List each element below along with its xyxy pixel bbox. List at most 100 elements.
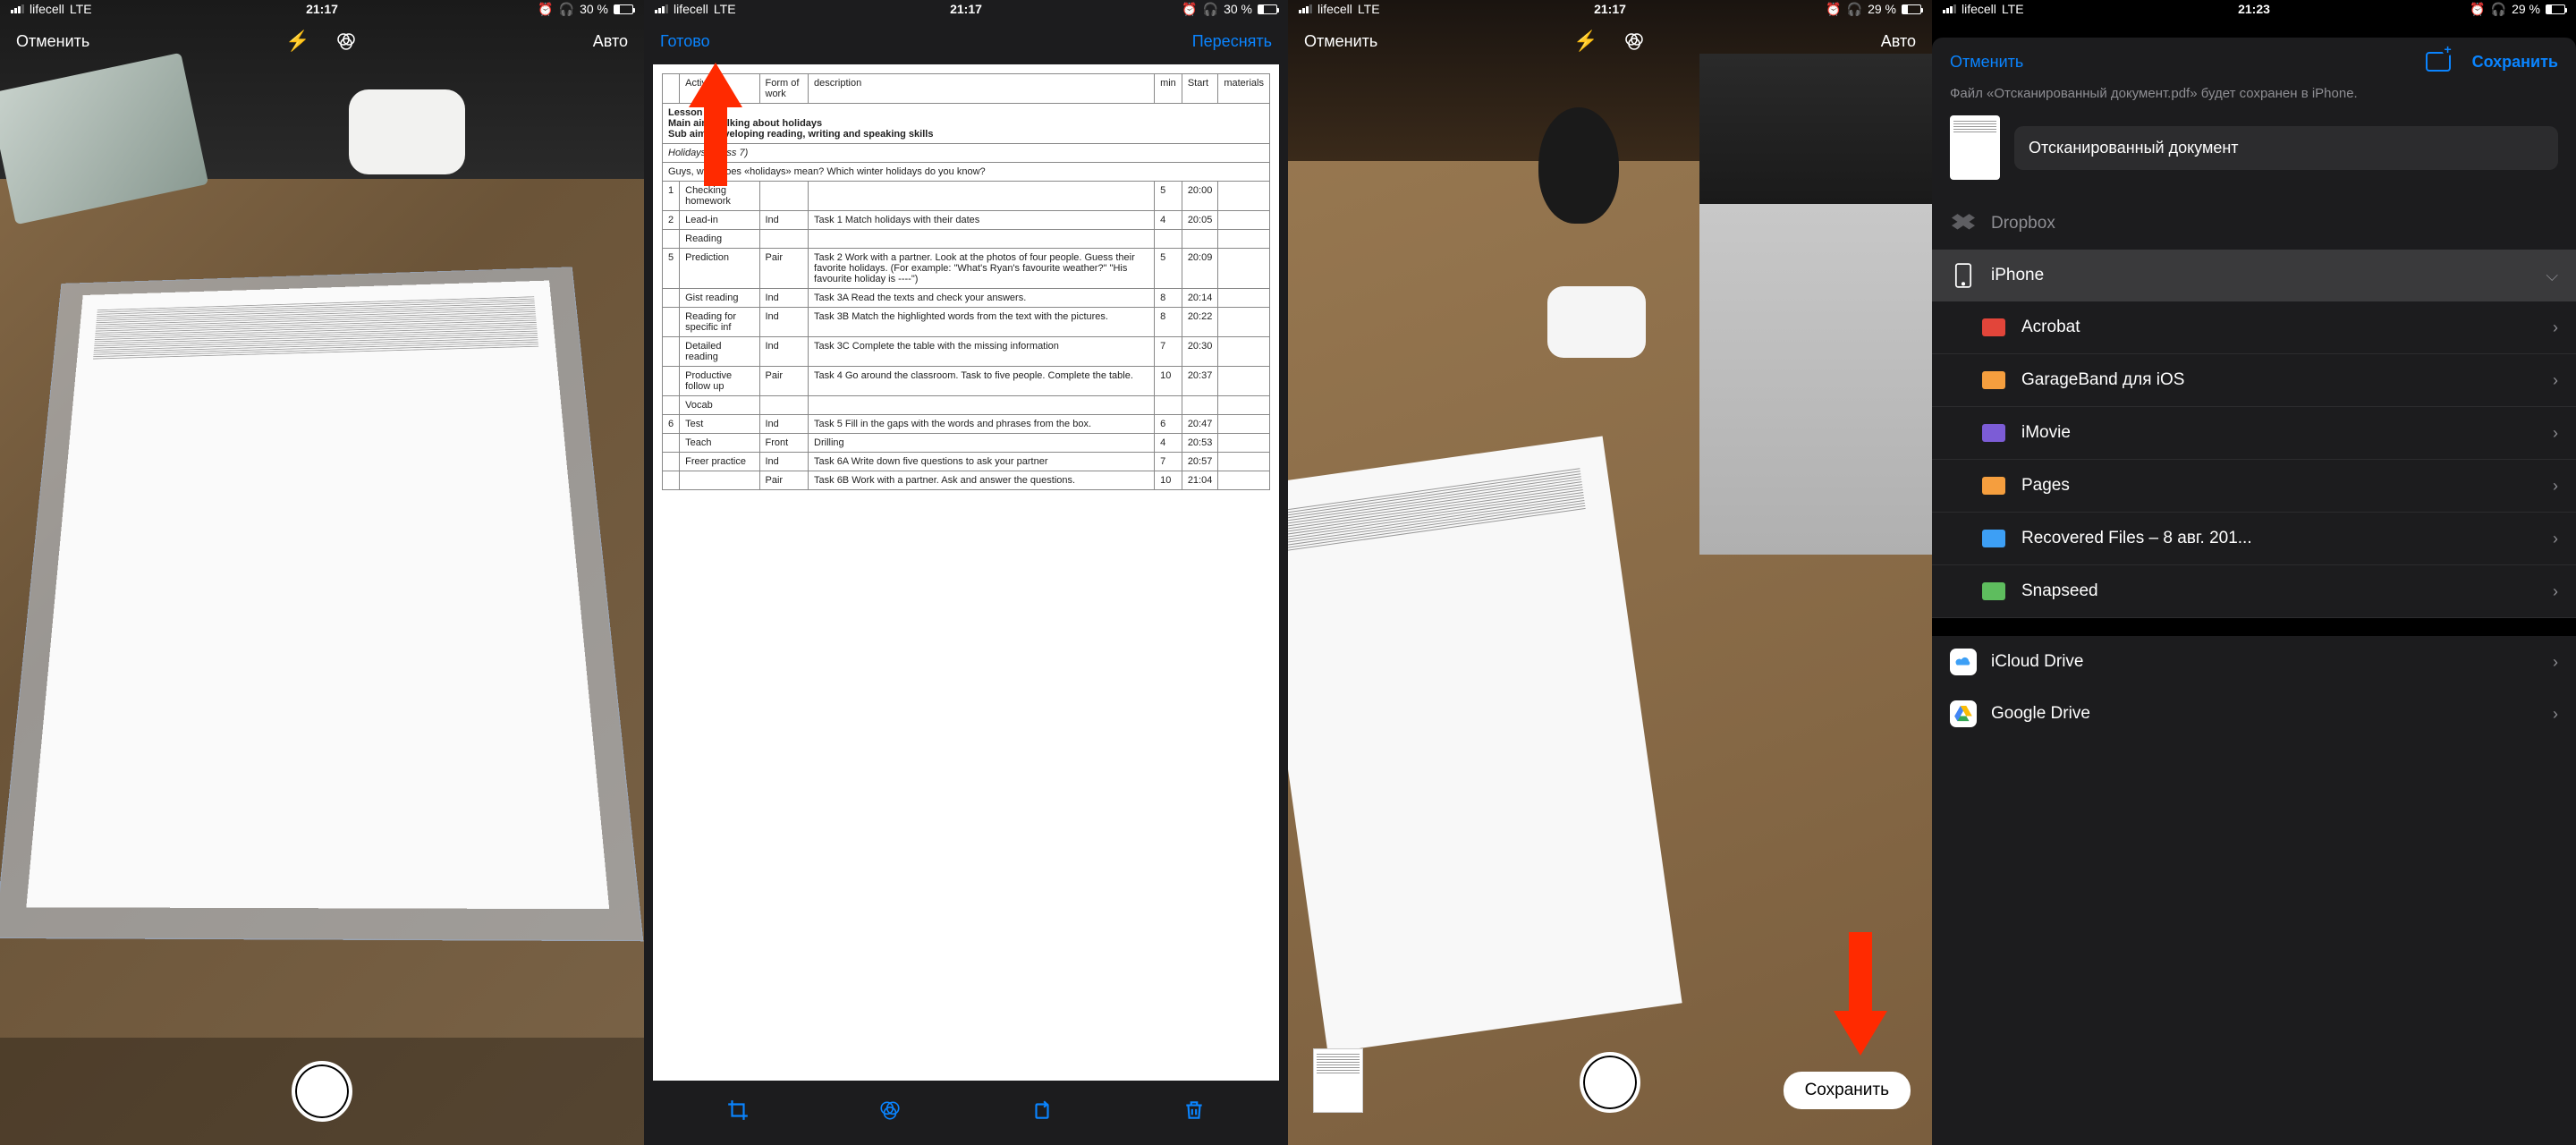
table-cell: 20:00 [1182,182,1218,211]
new-folder-icon[interactable] [2426,52,2451,72]
location-dropbox[interactable]: Dropbox [1932,198,2576,250]
table-cell: 20:05 [1182,211,1218,230]
save-button[interactable]: Сохранить [1784,1072,1911,1109]
rotate-icon[interactable] [1030,1098,1054,1127]
auto-button[interactable]: Авто [1881,32,1916,51]
table-cell: 20:30 [1182,337,1218,367]
battery-percent: 30 % [580,2,608,16]
carrier-label: lifecell [1962,2,1996,16]
delete-icon[interactable] [1182,1098,1206,1127]
save-info-text: Файл «Отсканированный документ.pdf» буде… [1932,86,2576,115]
alarm-icon: ⏰ [2470,2,2485,17]
cancel-button[interactable]: Отменить [1304,32,1377,51]
table-cell [809,182,1155,211]
review-footer-toolbar [644,1081,1288,1145]
table-cell [1218,434,1270,453]
table-cell: Reading for specific inf [680,308,759,337]
table-cell: Pair [759,471,809,490]
folder-item[interactable]: Snapseed › [1932,565,2576,618]
battery-icon [1902,4,1921,14]
battery-percent: 29 % [1868,2,1896,16]
location-icloud[interactable]: iCloud Drive › [1932,636,2576,688]
table-cell [1218,471,1270,490]
save-button[interactable]: Сохранить [2472,53,2558,72]
folder-item[interactable]: Recovered Files – 8 авг. 201... › [1932,513,2576,565]
table-cell: Ind [759,289,809,308]
folder-item[interactable]: GarageBand для iOS › [1932,354,2576,407]
table-cell [1155,230,1182,249]
table-cell [663,396,680,415]
document-name-input[interactable]: Отсканированный документ [2014,126,2558,170]
folder-item[interactable]: iMovie › [1932,407,2576,460]
table-cell: Task 6A Write down five questions to ask… [809,453,1155,471]
table-row: 6TestIndTask 5 Fill in the gaps with the… [663,415,1270,434]
airpods-case [349,89,465,174]
table-cell: 10 [1155,367,1182,396]
carrier-label: lifecell [30,2,64,16]
table-cell: 7 [1155,337,1182,367]
folder-label: Recovered Files – 8 авг. 201... [2021,529,2252,548]
filter-icon[interactable] [335,30,357,52]
scan-thumbnail[interactable] [1313,1048,1363,1113]
table-cell: Ind [759,415,809,434]
battery-icon [1258,4,1277,14]
folder-item[interactable]: Acrobat › [1932,301,2576,354]
table-cell [1218,308,1270,337]
col-materials: materials [1218,74,1270,104]
auto-button[interactable]: Авто [593,32,628,51]
table-row: Productive follow upPairTask 4 Go around… [663,367,1270,396]
table-cell [663,308,680,337]
signal-icon [11,4,24,13]
flash-icon[interactable]: ⚡ [1575,30,1597,52]
location-iphone[interactable]: iPhone ⌵ [1932,250,2576,301]
table-cell [759,230,809,249]
filter-icon[interactable] [1623,30,1645,52]
table-cell: 20:53 [1182,434,1218,453]
screen-2-review: lifecell LTE 21:17 ⏰ 🎧 30 % Готово Перес… [644,0,1288,1145]
folder-icon [1980,578,2007,605]
retake-button[interactable]: Переснять [1192,32,1272,51]
iphone-icon [1950,262,1977,289]
table-cell [1155,396,1182,415]
location-gdrive[interactable]: Google Drive › [1932,688,2576,740]
table-cell: Teach [680,434,759,453]
folder-item[interactable]: Pages › [1932,460,2576,513]
location-label: Google Drive [1991,704,2090,724]
dropbox-icon [1950,210,1977,237]
screen-4-file-picker: lifecell LTE 21:23 ⏰ 🎧 29 % Отменить Сох… [1932,0,2576,1145]
col-min: min [1155,74,1182,104]
clock: 21:17 [306,2,338,16]
chevron-right-icon: › [2553,653,2558,672]
folder-icon [1980,367,2007,394]
camera-top-toolbar: Отменить ⚡ Авто [0,18,644,64]
table-cell: Drilling [809,434,1155,453]
table-cell: Productive follow up [680,367,759,396]
cancel-button[interactable]: Отменить [1950,53,2023,72]
camera-footer [0,1038,644,1145]
table-cell: 5 [663,249,680,289]
battery-percent: 29 % [2512,2,2540,16]
cancel-button[interactable]: Отменить [16,32,89,51]
shutter-button[interactable] [292,1061,352,1122]
table-cell: Front [759,434,809,453]
network-label: LTE [714,2,736,16]
table-cell: 1 [663,182,680,211]
table-cell: 6 [1155,415,1182,434]
table-cell: Vocab [680,396,759,415]
done-button[interactable]: Готово [660,32,710,51]
gdrive-icon [1950,700,1977,727]
filter-icon[interactable] [878,1098,902,1127]
table-cell [1218,249,1270,289]
annotation-arrow-down [1834,930,1887,1056]
shutter-button[interactable] [1580,1052,1640,1113]
review-top-toolbar: Готово Переснять [644,18,1288,64]
signal-icon [1299,4,1312,13]
flash-icon[interactable]: ⚡ [287,30,309,52]
chevron-down-icon: ⌵ [2546,267,2558,285]
table-cell: Prediction [680,249,759,289]
crop-icon[interactable] [726,1098,750,1127]
headphones-icon: 🎧 [2491,2,2506,17]
table-row: Detailed readingIndTask 3C Complete the … [663,337,1270,367]
table-cell [1182,396,1218,415]
table-cell: Task 3B Match the highlighted words from… [809,308,1155,337]
